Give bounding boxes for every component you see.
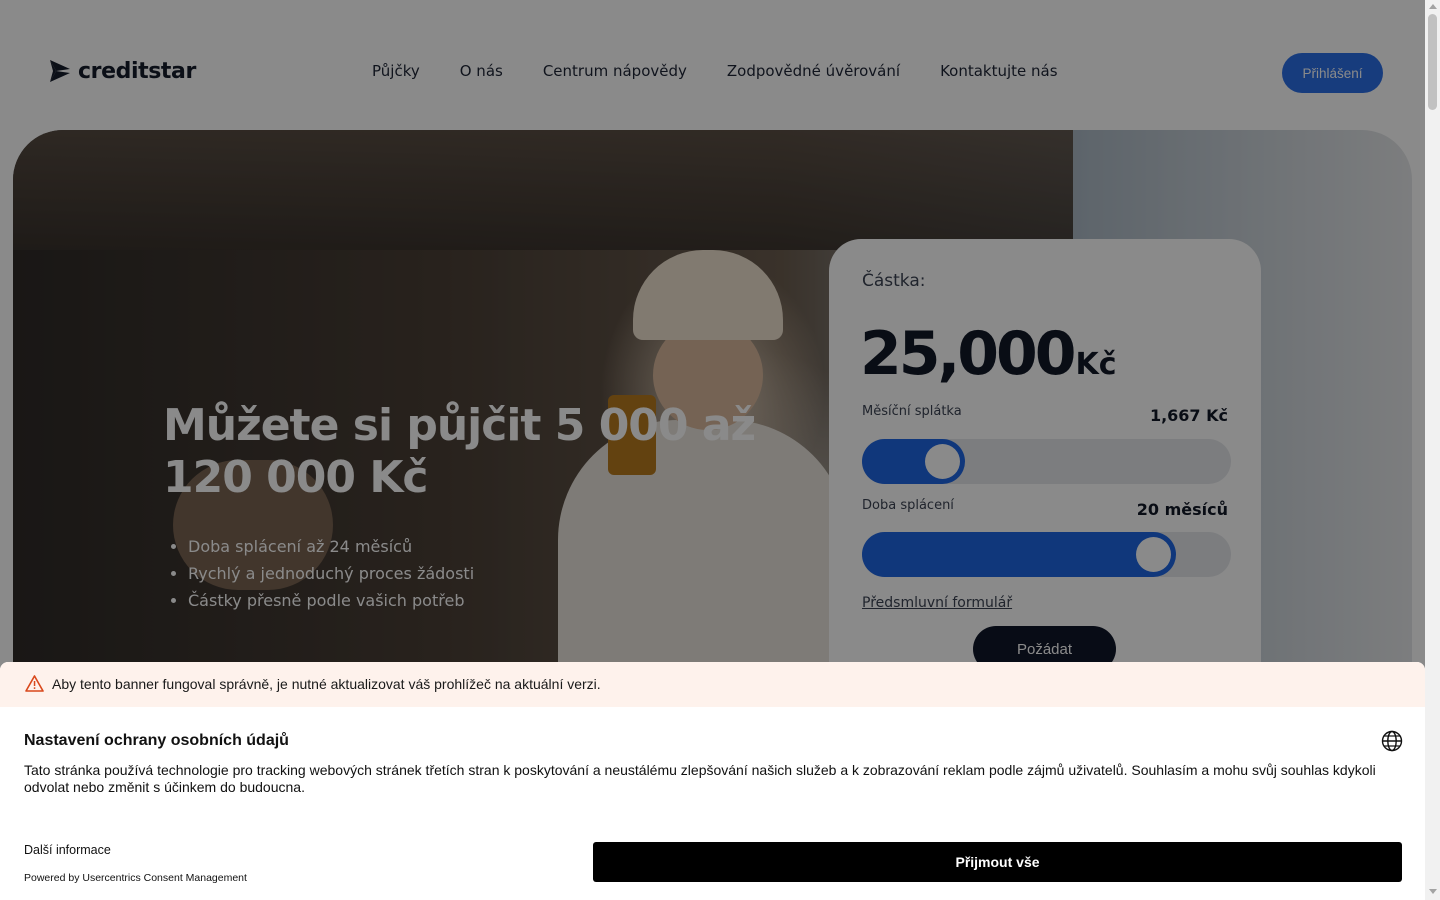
page-scrollbar[interactable] (1425, 0, 1440, 900)
accept-all-button[interactable]: Přijmout vše (593, 842, 1402, 882)
powered-by-text: Powered by Usercentrics Consent Manageme… (24, 872, 247, 884)
cookie-consent-banner: Aby tento banner fungoval správně, je nu… (0, 662, 1425, 900)
browser-warning-bar: Aby tento banner fungoval správně, je nu… (0, 662, 1425, 707)
warning-triangle-icon (25, 675, 44, 692)
globe-icon[interactable] (1381, 730, 1403, 752)
warning-text: Aby tento banner fungoval správně, je nu… (52, 676, 601, 692)
scroll-down-arrow-icon[interactable] (1429, 889, 1437, 894)
more-info-link[interactable]: Další informace (24, 843, 111, 857)
consent-title: Nastavení ochrany osobních údajů (24, 732, 289, 749)
consent-description: Tato stránka používá technologie pro tra… (24, 762, 1376, 795)
scroll-up-arrow-icon[interactable] (1429, 4, 1437, 9)
scrollbar-thumb[interactable] (1428, 14, 1437, 110)
